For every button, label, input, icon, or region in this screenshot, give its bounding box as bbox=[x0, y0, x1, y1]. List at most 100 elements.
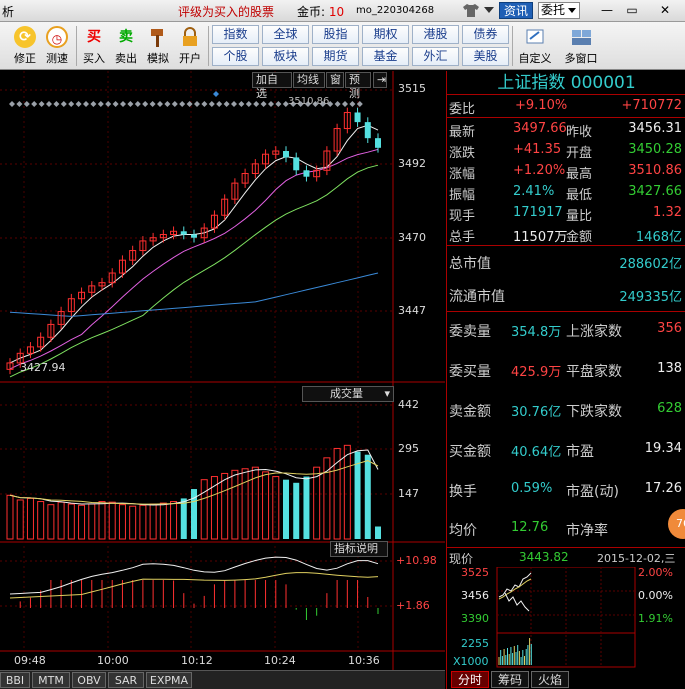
time-axis-label: 10:24 bbox=[264, 654, 296, 667]
divider bbox=[447, 117, 685, 118]
prediction-marker bbox=[68, 101, 75, 107]
volume-bar bbox=[57, 501, 65, 540]
custom-button[interactable]: 自定义 bbox=[516, 24, 554, 68]
entrust-dropdown[interactable]: 委托 bbox=[538, 2, 580, 19]
volume-bar bbox=[180, 498, 187, 539]
volume-bar bbox=[343, 444, 351, 540]
chart-area[interactable]: 加自选 均线窗预测 ⇥ 3515 3492 3470 3447 3427.94 35… bbox=[0, 71, 445, 689]
macd-axis-label: +10.98 bbox=[396, 554, 437, 567]
mini-pct-label: 2.00% bbox=[638, 566, 673, 579]
now-label: 现价 bbox=[449, 552, 474, 566]
coin-display: 金币: 10 bbox=[297, 3, 344, 20]
market-button[interactable]: 债券 bbox=[462, 25, 509, 44]
close-icon[interactable]: ✕ bbox=[657, 3, 673, 18]
mini-axis-label: 2255 bbox=[461, 637, 489, 650]
chart-top-button[interactable]: 预测 bbox=[345, 72, 371, 100]
indicator-tab[interactable]: BBI bbox=[0, 672, 30, 688]
prediction-marker bbox=[46, 101, 52, 107]
intraday-chart[interactable] bbox=[0, 71, 445, 670]
time-axis-label: 10:36 bbox=[348, 654, 380, 667]
stat-label: 市盈(动) bbox=[566, 484, 619, 500]
indicator-help-button[interactable]: 指标说明 bbox=[330, 541, 388, 557]
refresh-icon: ⟳ bbox=[14, 26, 36, 48]
market-button[interactable]: 板块 bbox=[262, 47, 309, 66]
market-button[interactable]: 全球 bbox=[262, 25, 309, 44]
indicator-tab[interactable]: SAR bbox=[108, 672, 144, 688]
volume-bar bbox=[26, 497, 34, 540]
index-code: 000001 bbox=[570, 73, 636, 93]
market-button[interactable]: 外汇 bbox=[412, 47, 459, 66]
minimize-icon[interactable]: — bbox=[599, 3, 615, 18]
skin-icon[interactable] bbox=[462, 2, 480, 19]
candle-body bbox=[293, 157, 300, 171]
chevron-down-icon[interactable] bbox=[484, 7, 494, 13]
chart-top-button[interactable]: 加自选 bbox=[252, 72, 292, 100]
total-mv-label: 总市值 bbox=[449, 256, 491, 272]
quote-label: 最低 bbox=[566, 188, 593, 203]
stat-row: 委卖量 354.8万 上涨家数 356 bbox=[447, 319, 685, 343]
price-min-label: 3427.94 bbox=[20, 361, 66, 374]
quote-value: 3427.66 bbox=[628, 184, 682, 199]
stat-label: 平盘家数 bbox=[566, 364, 622, 380]
simulate-button[interactable]: 模拟 bbox=[143, 24, 173, 68]
restore-icon[interactable]: ▭ bbox=[624, 3, 640, 18]
market-button[interactable]: 港股 bbox=[412, 25, 459, 44]
volume-dropdown[interactable]: 成交量 ▾ bbox=[302, 386, 394, 402]
market-button[interactable]: 个股 bbox=[212, 47, 259, 66]
market-button[interactable]: 指数 bbox=[212, 25, 259, 44]
market-button[interactable]: 美股 bbox=[462, 47, 509, 66]
market-button[interactable]: 期权 bbox=[362, 25, 409, 44]
quote-value: 3497.66 bbox=[513, 121, 567, 136]
toolbar: ⟳ 修正 ◷ 测速 买 买入 卖 卖出 模拟 开户 指数 全球 股指 期权 港股 债券个股… bbox=[0, 22, 685, 70]
quote-row: 总手 11507万 金额 1468亿 bbox=[447, 224, 685, 245]
fix-button[interactable]: ⟳ 修正 bbox=[10, 24, 40, 68]
sell-button[interactable]: 卖 卖出 bbox=[111, 24, 141, 68]
multiwin-button[interactable]: 多窗口 bbox=[560, 24, 602, 68]
volume-bar bbox=[303, 476, 310, 539]
quote-row: 振幅 2.41% 最低 3427.66 bbox=[447, 182, 685, 203]
speedtest-button[interactable]: ◷ 测速 bbox=[42, 24, 72, 68]
open-account-button[interactable]: 开户 bbox=[175, 24, 205, 68]
volume-bar bbox=[16, 499, 24, 540]
quote-value: 3450.28 bbox=[628, 142, 682, 157]
app-window: 析 评级为买入的股票 金币: 10 mo_220304268 资讯 委托 — ▭… bbox=[0, 0, 685, 689]
prediction-marker bbox=[149, 101, 156, 107]
hammer-icon bbox=[151, 29, 163, 47]
indicator-tab[interactable]: OBV bbox=[72, 672, 106, 688]
quote-label: 最新 bbox=[449, 125, 476, 140]
market-button[interactable]: 基金 bbox=[362, 47, 409, 66]
prediction-marker bbox=[38, 101, 45, 107]
sell-icon: 卖 bbox=[119, 29, 133, 45]
chart-top-button[interactable]: 窗 bbox=[326, 72, 344, 88]
username[interactable]: mo_220304268 bbox=[356, 5, 434, 16]
price-axis-label: 3470 bbox=[398, 231, 426, 244]
volume-bar bbox=[78, 504, 86, 540]
total-mv-value: 288602亿 bbox=[619, 257, 682, 272]
prediction-marker bbox=[201, 101, 208, 107]
info-button[interactable]: 资讯 bbox=[499, 2, 533, 19]
market-button[interactable]: 期货 bbox=[312, 47, 359, 66]
candle-body bbox=[354, 112, 361, 123]
indicator-tab[interactable]: EXPMA bbox=[146, 672, 192, 688]
mini-tab[interactable]: 火焰 bbox=[531, 671, 569, 688]
toolbar-separator bbox=[208, 26, 209, 66]
buy-button[interactable]: 买 买入 bbox=[79, 24, 109, 68]
mini-tabs: 分时 筹码 火焰 bbox=[447, 669, 685, 689]
total-mv-row: 总市值 288602亿 bbox=[447, 251, 685, 275]
mini-tab[interactable]: 筹码 bbox=[491, 671, 529, 688]
mini-tab[interactable]: 分时 bbox=[451, 671, 489, 688]
stat-label: 买金额 bbox=[449, 444, 491, 460]
float-mv-row: 流通市值 249335亿 bbox=[447, 284, 685, 308]
market-button[interactable]: 股指 bbox=[312, 25, 359, 44]
collapse-icon[interactable]: ⇥ bbox=[373, 72, 387, 88]
stat-label: 市盈 bbox=[566, 444, 594, 460]
quote-label: 振幅 bbox=[449, 188, 476, 203]
chart-top-button[interactable]: 均线 bbox=[293, 72, 325, 88]
quote-value: 11507万 bbox=[513, 230, 568, 245]
mini-price-line bbox=[498, 572, 532, 598]
weibi-label: 委比 bbox=[449, 102, 476, 117]
window-title[interactable]: 评级为买入的股票 bbox=[178, 3, 274, 20]
indicator-tab[interactable]: MTM bbox=[32, 672, 70, 688]
candle-body bbox=[375, 138, 381, 148]
volume-bar bbox=[170, 501, 178, 540]
